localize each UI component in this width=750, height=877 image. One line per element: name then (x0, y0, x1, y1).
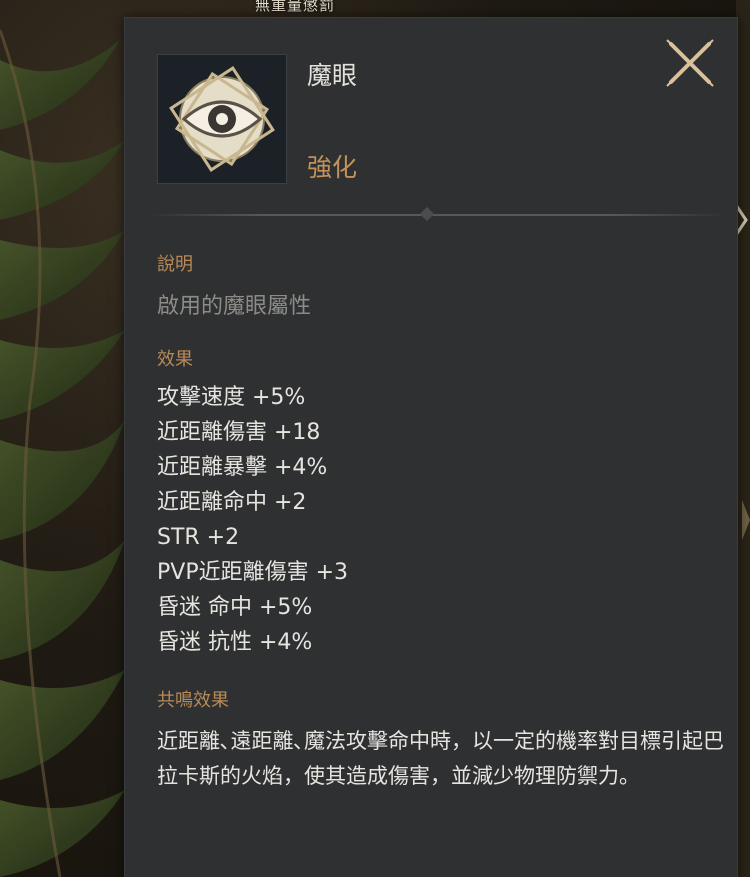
effects-list: 攻擊速度 +5% 近距離傷害 +18 近距離暴擊 +4% 近距離命中 +2 ST… (157, 380, 348, 660)
resonance-label: 共鳴效果 (157, 690, 229, 711)
background-banner-text: 無重量懲罰 (254, 0, 335, 14)
item-name: 魔眼 (307, 61, 358, 90)
effect-item: 攻擊速度 +5% (157, 385, 306, 410)
header-divider (147, 214, 727, 216)
effect-item: 昏迷 抗性 +4% (157, 630, 313, 655)
effect-item: STR +2 (157, 525, 240, 550)
close-icon (666, 39, 714, 87)
effects-label: 效果 (157, 349, 193, 370)
item-grade: 強化 (307, 153, 358, 182)
resonance-text: 近距離､遠距離､魔法攻擊命中時，以一定的機率對目標引起巴拉卡斯的火焰，使其造成傷… (157, 729, 724, 788)
effect-item: 近距離傷害 +18 (157, 420, 321, 445)
effect-item: PVP近距離傷害 +3 (157, 560, 349, 585)
effect-item: 昏迷 命中 +5% (157, 595, 313, 620)
item-icon-frame (157, 54, 287, 184)
divider-ornament (419, 206, 435, 222)
effect-item: 近距離暴擊 +4% (157, 455, 328, 480)
effect-item: 近距離命中 +2 (157, 490, 307, 515)
close-button[interactable] (665, 38, 715, 88)
game-scene: 無重量懲罰 魔眼 強化 說明 啟用的魔眼屬性 效果 攻擊速度 +5% 近距離傷害… (0, 0, 750, 877)
item-tooltip-panel: 魔眼 強化 說明 啟用的魔眼屬性 效果 攻擊速度 +5% 近距離傷害 +18 近… (124, 17, 738, 877)
description-text: 啟用的魔眼屬性 (157, 294, 312, 319)
description-label: 說明 (157, 254, 193, 275)
magic-eye-icon (169, 66, 275, 172)
